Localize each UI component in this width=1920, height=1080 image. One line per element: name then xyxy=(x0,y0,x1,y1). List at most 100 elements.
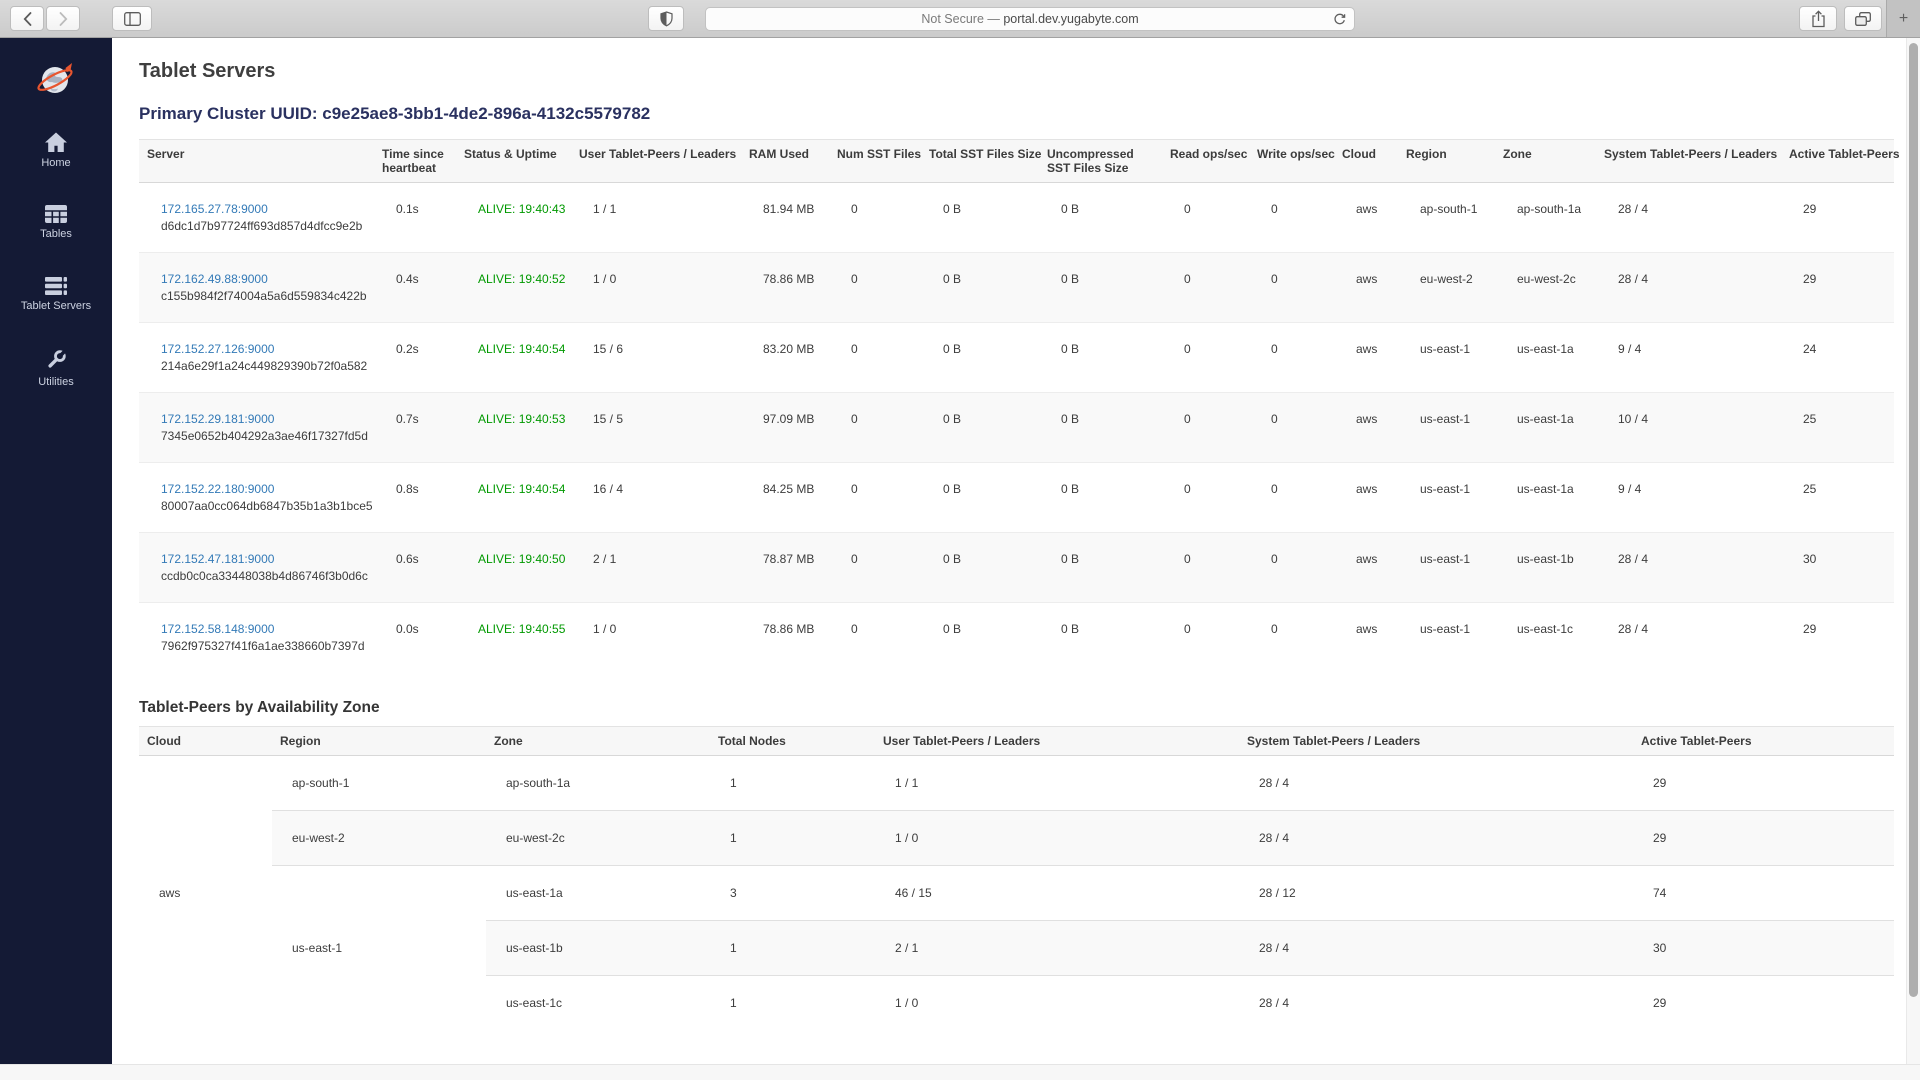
new-tab-button[interactable]: + xyxy=(1886,0,1920,37)
cell-system_peers: 28 / 4 xyxy=(1596,533,1781,603)
cell-zone: ap-south-1a xyxy=(486,755,710,810)
cell-num_sst: 0 xyxy=(829,253,921,323)
sidebar-item-home[interactable]: Home xyxy=(0,132,112,182)
cell-server: 172.152.22.180:9000 80007aa0cc064db6847b3… xyxy=(139,463,374,533)
cell-status: ALIVE: 19:40:54 xyxy=(456,323,571,393)
cell-cloud: aws xyxy=(1334,463,1398,533)
cell-heartbeat: 0.1s xyxy=(374,183,456,253)
vertical-scrollbar[interactable] xyxy=(1906,38,1920,1064)
cell-total_sst: 0 B xyxy=(921,183,1039,253)
cell-user-peers: 2 / 1 xyxy=(875,920,1239,975)
yugabyte-logo-icon[interactable] xyxy=(36,59,76,99)
cell-write_ops: 0 xyxy=(1249,463,1334,533)
zone-row: eu-west-2eu-west-2c11 / 028 / 429 xyxy=(139,810,1894,865)
cell-heartbeat: 0.4s xyxy=(374,253,456,323)
forward-button[interactable] xyxy=(46,6,80,31)
cell-num_sst: 0 xyxy=(829,393,921,463)
server-row: 172.165.27.78:9000d6dc1d7b97724ff693d857… xyxy=(139,183,1894,253)
cell-write_ops: 0 xyxy=(1249,183,1334,253)
server-address-link[interactable]: 172.152.58.148:9000 xyxy=(161,622,274,636)
server-row: 172.152.47.181:9000 ccdb0c0ca33448038b4d8… xyxy=(139,533,1894,603)
server-uuid: c155b984f2f74004a5a6d559834c422b xyxy=(161,288,368,305)
cell-total-nodes: 1 xyxy=(710,975,875,1030)
url-security-label: Not Secure — xyxy=(921,12,1003,26)
cell-active-peers: 74 xyxy=(1633,865,1894,920)
cell-num_sst: 0 xyxy=(829,533,921,603)
server-address-link[interactable]: 172.152.29.181:9000 xyxy=(161,412,274,426)
cell-region: us-east-1 xyxy=(1398,393,1495,463)
sidebar-item-label: Utilities xyxy=(0,376,112,388)
servers-header-row: ServerTime since heartbeatStatus & Uptim… xyxy=(139,140,1894,183)
cell-system_peers: 28 / 4 xyxy=(1596,183,1781,253)
share-icon xyxy=(1811,10,1826,28)
cell-cloud: aws xyxy=(1334,393,1398,463)
sidebar-item-tablet-servers[interactable]: Tablet Servers xyxy=(0,276,112,326)
server-address-link[interactable]: 172.152.22.180:9000 xyxy=(161,482,274,496)
tabs-icon xyxy=(1855,12,1871,26)
sidebar-item-utilities[interactable]: Utilities xyxy=(0,348,112,398)
cluster-uuid-heading: Primary Cluster UUID: c9e25ae8-3bb1-4de2… xyxy=(139,104,1906,124)
column-header: Cloud xyxy=(1334,140,1398,183)
server-row: 172.162.49.88:9000 c155b984f2f74004a5a6d5… xyxy=(139,253,1894,323)
cell-server: 172.152.47.181:9000 ccdb0c0ca33448038b4d8… xyxy=(139,533,374,603)
cell-active_peers: 30 xyxy=(1781,533,1894,603)
cell-num_sst: 0 xyxy=(829,463,921,533)
vertical-scrollbar-thumb[interactable] xyxy=(1909,43,1918,997)
sidebar-item-tables[interactable]: Tables xyxy=(0,204,112,254)
cell-write_ops: 0 xyxy=(1249,603,1334,673)
cell-status: ALIVE: 19:40:53 xyxy=(456,393,571,463)
cell-zone: us-east-1a xyxy=(486,865,710,920)
share-button[interactable] xyxy=(1799,6,1837,31)
cell-active-peers: 29 xyxy=(1633,975,1894,1030)
cell-read_ops: 0 xyxy=(1162,603,1249,673)
cell-server: 172.152.29.181:90007345e0652b404292a3ae4… xyxy=(139,393,374,463)
cell-system_peers: 9 / 4 xyxy=(1596,463,1781,533)
plus-icon: + xyxy=(1899,11,1908,27)
cell-user_peers: 1 / 0 xyxy=(571,253,741,323)
back-button[interactable] xyxy=(10,6,44,31)
cell-uncompressed_sst: 0 B xyxy=(1039,533,1162,603)
cell-active_peers: 25 xyxy=(1781,393,1894,463)
horizontal-scrollbar[interactable] xyxy=(0,1064,1920,1080)
server-address-link[interactable]: 172.152.27.126:9000 xyxy=(161,342,274,356)
cell-cloud: aws xyxy=(1334,533,1398,603)
servers-tbody: 172.165.27.78:9000d6dc1d7b97724ff693d857… xyxy=(139,183,1894,673)
cell-user_peers: 1 / 0 xyxy=(571,603,741,673)
reload-button[interactable] xyxy=(1333,13,1346,29)
cell-server: 172.162.49.88:9000 c155b984f2f74004a5a6d5… xyxy=(139,253,374,323)
sidebar-toggle-button[interactable] xyxy=(112,6,152,31)
address-bar[interactable]: Not Secure — portal.dev.yugabyte.com xyxy=(705,7,1355,31)
cell-zone: us-east-1b xyxy=(486,920,710,975)
cell-status: ALIVE: 19:40:43 xyxy=(456,183,571,253)
cell-num_sst: 0 xyxy=(829,183,921,253)
server-address-link[interactable]: 172.162.49.88:9000 xyxy=(161,272,268,286)
tabs-overview-button[interactable] xyxy=(1844,6,1882,31)
server-address-link[interactable]: 172.152.47.181:9000 xyxy=(161,552,274,566)
server-address-link[interactable]: 172.165.27.78:9000 xyxy=(161,202,268,216)
zones-table: CloudRegionZoneTotal NodesUser Tablet-Pe… xyxy=(139,726,1894,1031)
cell-zone: us-east-1a xyxy=(1495,323,1596,393)
cell-active_peers: 25 xyxy=(1781,463,1894,533)
cell-total_sst: 0 B xyxy=(921,603,1039,673)
cell-system-peers: 28 / 4 xyxy=(1239,975,1633,1030)
zones-header-row: CloudRegionZoneTotal NodesUser Tablet-Pe… xyxy=(139,726,1894,755)
sidebar-toggle-icon xyxy=(124,12,141,26)
column-header: Cloud xyxy=(139,726,272,755)
cell-total-nodes: 3 xyxy=(710,865,875,920)
column-header: System Tablet-Peers / Leaders xyxy=(1596,140,1781,183)
page-title: Tablet Servers xyxy=(139,60,1906,83)
home-icon xyxy=(44,132,68,153)
url-domain: portal.dev.yugabyte.com xyxy=(1003,12,1138,26)
column-header: Region xyxy=(272,726,486,755)
column-header: Status & Uptime xyxy=(456,140,571,183)
server-row: 172.152.22.180:9000 80007aa0cc064db6847b3… xyxy=(139,463,1894,533)
server-uuid: ccdb0c0ca33448038b4d86746f3b0d6c xyxy=(161,568,368,585)
cell-user_peers: 15 / 6 xyxy=(571,323,741,393)
privacy-shield-button[interactable] xyxy=(648,6,684,31)
column-header: User Tablet-Peers / Leaders xyxy=(571,140,741,183)
cell-region: us-east-1 xyxy=(272,865,486,1030)
cell-cloud: aws xyxy=(139,755,272,1030)
cell-server: 172.152.58.148:90007962f975327f41f6a1ae3… xyxy=(139,603,374,673)
cell-heartbeat: 0.8s xyxy=(374,463,456,533)
server-uuid: 80007aa0cc064db6847b35b1a3b1bce5 xyxy=(161,498,368,515)
